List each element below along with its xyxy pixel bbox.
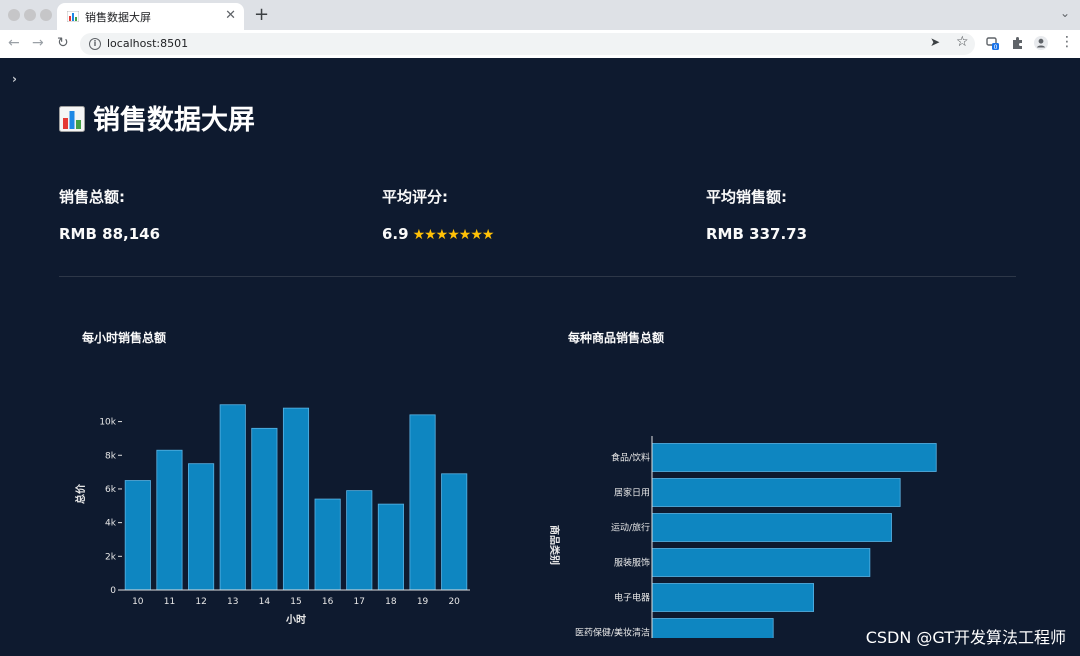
y-tick-label: 运动/旅行 xyxy=(611,522,650,534)
x-tick-label: 20 xyxy=(448,597,460,607)
rating-stars-icon: ★★★★★★★ xyxy=(412,227,495,243)
y-axis-title: 总价 xyxy=(74,483,87,504)
browser-tab-bar: 销售数据大屏 ✕ + ⌄ xyxy=(0,0,1080,30)
new-tab-icon[interactable]: + xyxy=(254,4,269,25)
metric-label-total-sales: 销售总额: xyxy=(59,188,125,206)
window-minimize-dot[interactable] xyxy=(24,9,36,21)
browser-toolbar: ← → ↻ i localhost:8501 ➤ ☆ 0 ⋮ xyxy=(0,30,1080,59)
window-close-dot[interactable] xyxy=(8,9,20,21)
hourly-bar-11[interactable] xyxy=(156,449,183,591)
y-tick-label: 8k xyxy=(105,451,117,461)
hourly-bar-17[interactable] xyxy=(346,490,373,591)
category-bar[interactable] xyxy=(651,583,815,612)
hourly-bar-15[interactable] xyxy=(282,407,310,591)
y-tick-label: 服装服饰 xyxy=(614,557,650,569)
x-axis-title: 小时 xyxy=(285,613,306,626)
favicon-bar-chart-icon xyxy=(67,11,79,22)
metric-value-avg-rating: 6.9 xyxy=(382,225,409,243)
url-text[interactable]: localhost:8501 xyxy=(107,37,188,50)
category-bar[interactable] xyxy=(651,478,901,507)
category-chart-title: 每种商品销售总额 xyxy=(568,331,665,345)
hourly-bar-16[interactable] xyxy=(314,498,341,591)
reload-icon[interactable]: ↻ xyxy=(57,35,69,51)
hourly-bar-18[interactable] xyxy=(377,503,404,591)
x-tick-label: 17 xyxy=(354,597,365,607)
forward-icon[interactable]: → xyxy=(32,35,44,51)
metric-value-total-sales: RMB 88,146 xyxy=(59,225,161,243)
hourly-bar-12[interactable] xyxy=(188,463,215,591)
profile-icon[interactable] xyxy=(1034,36,1048,50)
x-tick-label: 13 xyxy=(227,597,238,607)
metric-value-avg-sale: RMB 337.73 xyxy=(706,225,808,243)
x-tick-label: 14 xyxy=(259,597,271,607)
window-zoom-dot[interactable] xyxy=(40,9,52,21)
bar-chart-icon xyxy=(59,106,85,132)
x-tick-label: 10 xyxy=(132,597,144,607)
y-axis-title: 商品类别 xyxy=(548,525,561,565)
back-icon[interactable]: ← xyxy=(8,35,20,51)
y-tick-label: 4k xyxy=(105,519,117,529)
hourly-bar-14[interactable] xyxy=(251,427,278,591)
y-tick-label: 医药保健/美妆清洁 xyxy=(575,627,650,639)
extension-icon[interactable]: 0 xyxy=(986,36,1000,50)
x-tick-label: 18 xyxy=(385,597,397,607)
x-tick-label: 11 xyxy=(164,597,175,607)
y-tick-label: 10k xyxy=(99,418,116,428)
sidebar-expand-chevron-icon[interactable]: › xyxy=(12,72,17,86)
streamlit-app: › 销售数据大屏 销售总额: RMB 88,146 平均评分: 6.9 ★★★★★… xyxy=(0,58,1080,656)
close-icon[interactable]: ✕ xyxy=(225,8,236,23)
extension-badge: 0 xyxy=(994,44,998,50)
metric-avg-rating: 6.9 ★★★★★★★ xyxy=(382,225,495,243)
page-title: 销售数据大屏 xyxy=(59,98,255,137)
watermark-text: CSDN @GT开发算法工程师 xyxy=(865,628,1066,647)
hourly-bar-13[interactable] xyxy=(219,404,246,591)
y-tick-label: 电子电器 xyxy=(614,592,650,604)
browser-tab[interactable]: 销售数据大屏 ✕ xyxy=(57,3,244,30)
y-tick-label: 6k xyxy=(105,485,117,495)
star-icon[interactable]: ☆ xyxy=(956,34,969,50)
category-sales-chart[interactable]: 食品/饮料居家日用运动/旅行服装服饰电子电器医药保健/美妆清洁05k10k15k… xyxy=(535,376,975,638)
more-icon[interactable]: ⋮ xyxy=(1060,34,1074,50)
address-bar[interactable]: i localhost:8501 ➤ ☆ xyxy=(80,33,975,55)
info-icon[interactable]: i xyxy=(89,38,101,50)
y-tick-label: 食品/饮料 xyxy=(611,452,650,464)
hourly-sales-chart[interactable]: 10 11 12 13 14 15 16 17 18 19 20 0 2k 4k 6k 8k 10k 小时 总价 xyxy=(70,378,490,638)
hourly-bar-10[interactable] xyxy=(124,480,151,591)
x-tick-label: 12 xyxy=(195,597,206,607)
y-tick-label: 0 xyxy=(110,586,116,596)
category-bar[interactable] xyxy=(651,443,937,472)
x-tick-label: 16 xyxy=(322,597,334,607)
category-bar[interactable] xyxy=(651,513,892,542)
metric-label-avg-rating: 平均评分: xyxy=(382,188,448,206)
page-title-text: 销售数据大屏 xyxy=(93,105,255,136)
hourly-chart-title: 每小时销售总额 xyxy=(82,331,167,345)
tab-title: 销售数据大屏 xyxy=(85,11,151,24)
x-tick-label: 19 xyxy=(417,597,429,607)
hourly-bar-19[interactable] xyxy=(409,414,436,591)
category-bar[interactable] xyxy=(651,618,774,639)
y-tick-label: 居家日用 xyxy=(614,487,650,499)
hourly-bar-20[interactable] xyxy=(441,473,468,591)
send-icon[interactable]: ➤ xyxy=(930,35,940,49)
y-tick-label: 2k xyxy=(105,552,117,562)
category-bar[interactable] xyxy=(651,548,871,577)
metric-label-avg-sale: 平均销售额: xyxy=(706,188,787,206)
divider xyxy=(59,276,1016,277)
x-tick-label: 15 xyxy=(290,597,301,607)
puzzle-icon[interactable] xyxy=(1010,36,1024,50)
tab-search-chevron-icon[interactable]: ⌄ xyxy=(1060,6,1070,20)
